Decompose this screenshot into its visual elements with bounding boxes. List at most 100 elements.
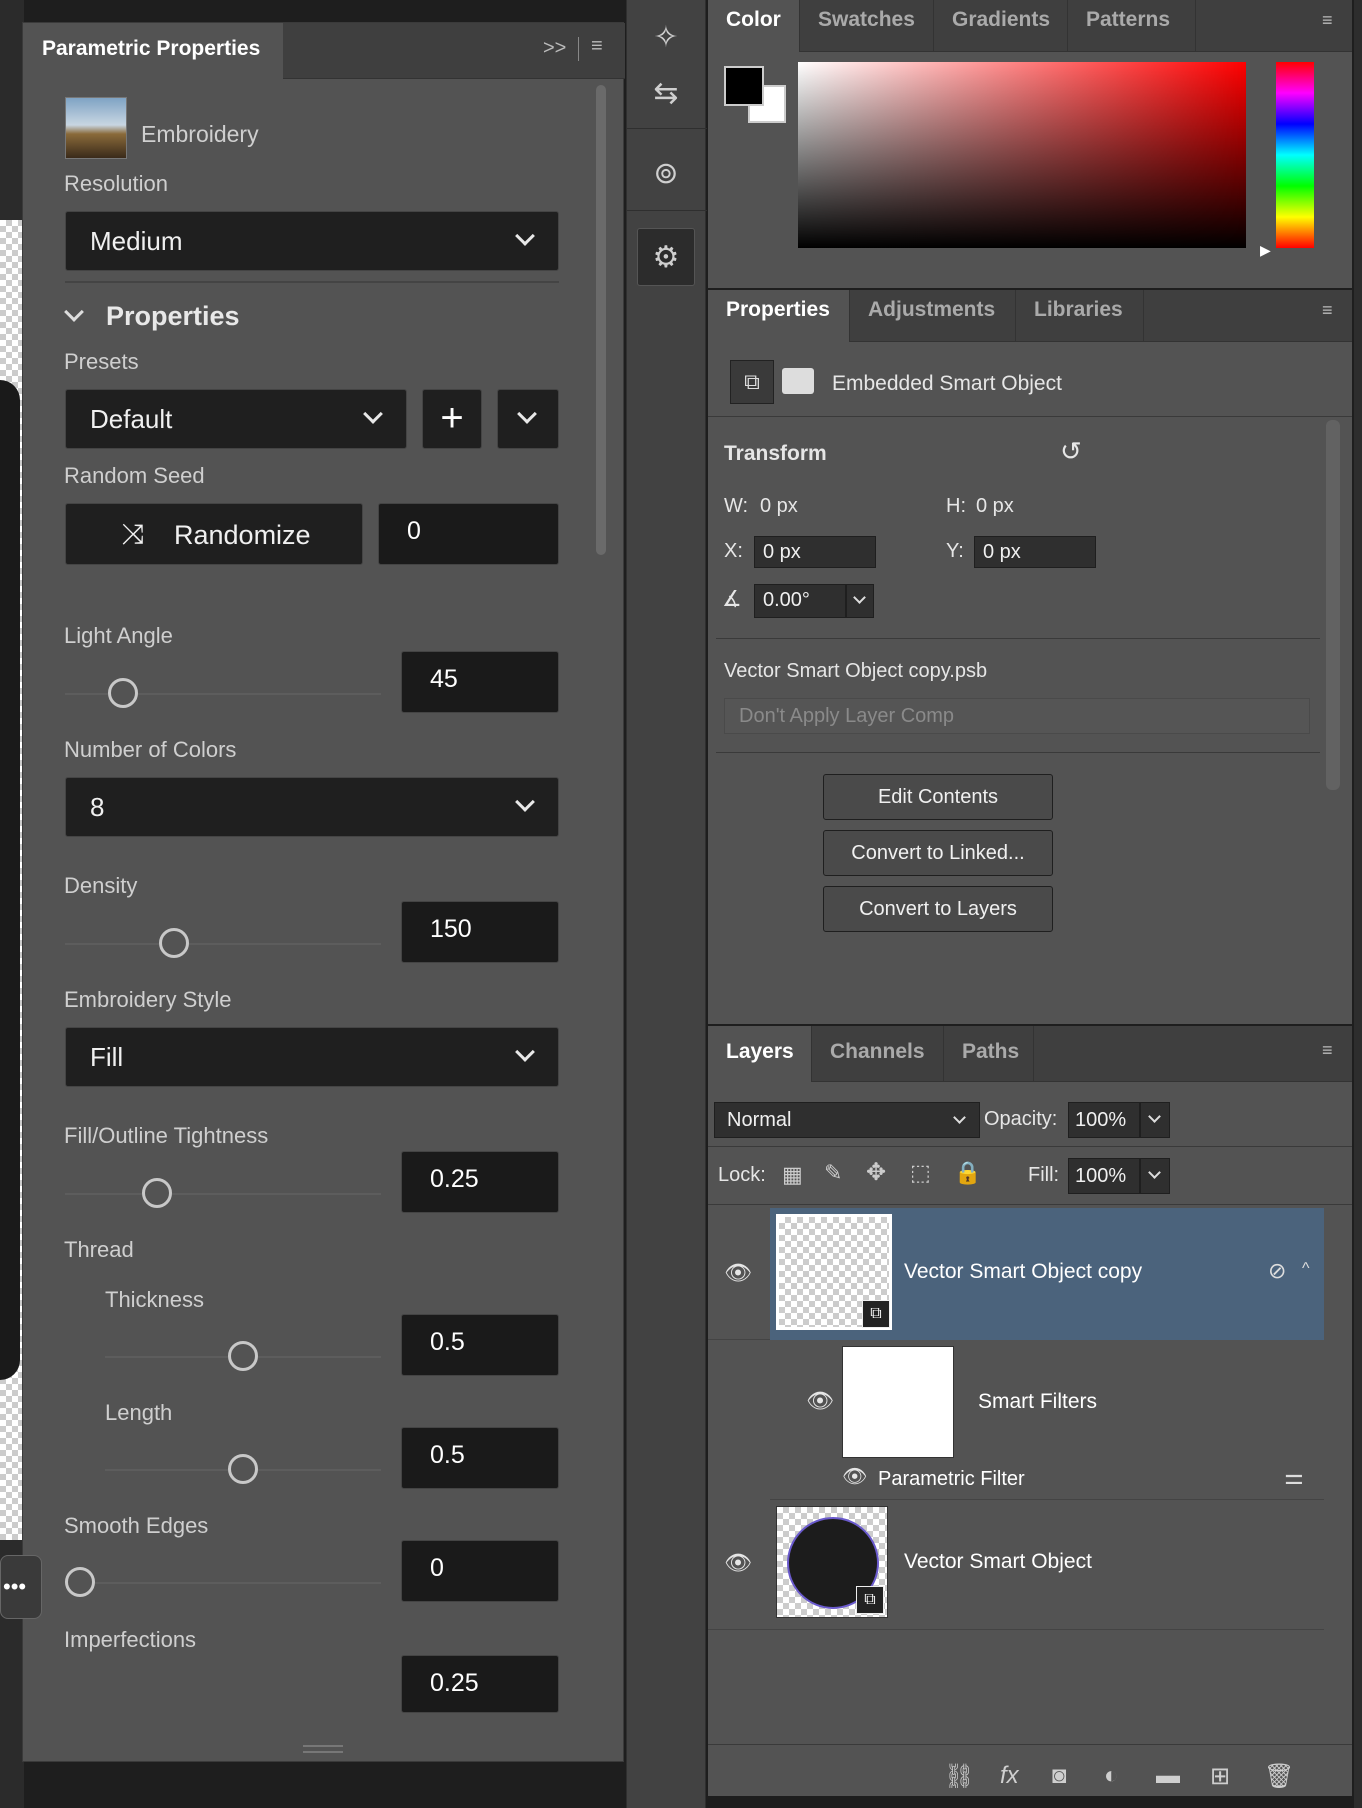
tab-libraries[interactable]: Libraries (1016, 290, 1144, 342)
layer-name[interactable]: Vector Smart Object copy (904, 1260, 1142, 1284)
tab-parametric-properties[interactable]: Parametric Properties (23, 23, 283, 79)
foreground-color-swatch[interactable] (724, 66, 764, 106)
chevron-up-icon[interactable]: ^ (1302, 1260, 1310, 1278)
magic-wand-icon[interactable]: ✧ (637, 8, 695, 66)
panel-menu-icon[interactable]: ≡ (1322, 10, 1342, 31)
seed-input[interactable]: 0 (378, 503, 559, 565)
density-input[interactable]: 150 (401, 901, 559, 963)
tab-swatches[interactable]: Swatches (800, 0, 934, 52)
fx-icon[interactable]: fx (1000, 1762, 1019, 1790)
tightness-input[interactable]: 0.25 (401, 1151, 559, 1213)
lock-artboard-icon[interactable]: ⬚ (910, 1160, 931, 1186)
link-icon[interactable]: ⊘ (1268, 1258, 1286, 1284)
edit-contents-button[interactable]: Edit Contents (823, 774, 1053, 820)
parametric-properties-icon[interactable]: ⚙ (637, 228, 695, 286)
preset-menu-button[interactable] (497, 389, 559, 449)
adjustment-layer-icon[interactable]: ◐ (1104, 1762, 1119, 1790)
panel-menu-icon[interactable]: ≡ (1322, 1040, 1342, 1061)
panel-menu-icon[interactable]: ≡ (591, 35, 603, 58)
tab-properties[interactable]: Properties (708, 290, 850, 342)
lock-paint-icon[interactable]: ✎ (824, 1160, 842, 1186)
color-field[interactable] (798, 62, 1246, 248)
properties-heading[interactable]: Properties (106, 301, 240, 332)
opacity-input[interactable]: 100% (1068, 1102, 1140, 1138)
collapse-icon[interactable]: >> (543, 37, 566, 60)
history-icon[interactable]: ⇆ (637, 64, 695, 122)
smooth-input[interactable]: 0 (401, 1540, 559, 1602)
trash-icon[interactable]: 🗑 (1264, 1762, 1294, 1791)
group-folder-icon[interactable]: ▬ (1156, 1762, 1180, 1790)
mask-icon[interactable] (782, 368, 814, 394)
convert-to-layers-button[interactable]: Convert to Layers (823, 886, 1053, 932)
tab-channels[interactable]: Channels (812, 1026, 944, 1082)
lock-transparent-icon[interactable]: ▦ (782, 1162, 803, 1188)
tightness-slider[interactable] (142, 1178, 173, 1208)
convert-to-linked-button[interactable]: Convert to Linked... (823, 830, 1053, 876)
angle-input[interactable]: 0.00° (754, 584, 846, 618)
hue-pointer-icon[interactable]: ▶ (1260, 242, 1271, 259)
add-preset-button[interactable]: + (422, 389, 482, 449)
more-options-button[interactable]: ••• (0, 1555, 42, 1619)
add-mask-icon[interactable]: ◙ (1052, 1762, 1067, 1790)
eye-icon[interactable]: 👁 (724, 1550, 752, 1576)
new-layer-icon[interactable]: ⊞ (1210, 1762, 1230, 1791)
opacity-label: Opacity: (984, 1108, 1058, 1130)
angle-dropdown[interactable] (846, 584, 874, 618)
fill-dropdown[interactable] (1140, 1158, 1170, 1194)
imperfections-input[interactable]: 0.25 (401, 1655, 559, 1713)
density-slider[interactable] (159, 928, 190, 958)
lock-all-icon[interactable]: 🔒 (954, 1160, 981, 1186)
filter-name[interactable]: Parametric Filter (878, 1468, 1025, 1491)
style-dropdown[interactable]: Fill (65, 1027, 559, 1087)
opacity-dropdown[interactable] (1140, 1102, 1170, 1138)
smooth-track[interactable] (65, 1582, 381, 1584)
tab-layers[interactable]: Layers (708, 1026, 812, 1082)
scrollbar-thumb[interactable] (1326, 420, 1340, 790)
randomize-button[interactable]: ⤨ Randomize (65, 503, 363, 565)
filter-mask-thumbnail[interactable] (842, 1346, 954, 1458)
blend-mode-dropdown[interactable]: Normal (714, 1102, 980, 1138)
lock-position-icon[interactable]: ✥ (866, 1158, 886, 1187)
filter-options-icon[interactable]: ⚌ (1284, 1464, 1304, 1490)
eye-icon[interactable]: 👁 (806, 1388, 834, 1414)
smooth-slider[interactable] (65, 1567, 95, 1597)
tab-gradients[interactable]: Gradients (934, 0, 1068, 52)
thickness-input[interactable]: 0.5 (401, 1314, 559, 1376)
smart-object-icon[interactable]: ⧉ (730, 360, 774, 404)
tab-adjustments[interactable]: Adjustments (850, 290, 1016, 342)
y-input[interactable]: 0 px (974, 536, 1096, 568)
resolution-dropdown[interactable]: Medium (65, 211, 559, 271)
panel-menu-icon[interactable]: ≡ (1322, 300, 1342, 321)
eye-icon[interactable]: 👁 (842, 1464, 867, 1489)
eye-icon[interactable]: 👁 (724, 1260, 752, 1286)
light-angle-input[interactable]: 45 (401, 651, 559, 713)
width-value[interactable]: 0 px (760, 495, 798, 518)
resize-grip[interactable] (303, 1745, 343, 1753)
length-slider[interactable] (228, 1454, 258, 1484)
link-layers-icon[interactable]: ⛓ (944, 1762, 974, 1791)
thickness-slider[interactable] (228, 1341, 258, 1371)
length-input[interactable]: 0.5 (401, 1427, 559, 1489)
smart-filters-row[interactable]: 👁 Smart Filters 👁 Parametric Filter ⚌ (770, 1340, 1324, 1500)
resolution-value: Medium (90, 226, 183, 256)
chevron-down-icon[interactable] (64, 302, 84, 322)
channels-icon[interactable]: ⊚ (637, 144, 695, 202)
height-value[interactable]: 0 px (976, 495, 1014, 518)
layer-row[interactable]: 👁 ⧉ Vector Smart Object (708, 1500, 1324, 1630)
tab-paths[interactable]: Paths (944, 1026, 1034, 1082)
scrollbar-thumb[interactable] (596, 85, 606, 555)
hue-slider[interactable] (1276, 62, 1314, 248)
fill-input[interactable]: 100% (1068, 1158, 1140, 1194)
tab-color[interactable]: Color (708, 0, 800, 52)
layer-row[interactable]: 👁 ⧉ Vector Smart Object copy ⊘ ^ (708, 1208, 1324, 1340)
tightness-track[interactable] (65, 1193, 381, 1195)
reset-icon[interactable]: ↺ (1060, 436, 1082, 467)
presets-dropdown[interactable]: Default (65, 389, 407, 449)
layer-name[interactable]: Vector Smart Object (904, 1550, 1092, 1574)
x-input[interactable]: 0 px (754, 536, 876, 568)
tab-patterns[interactable]: Patterns (1068, 0, 1196, 52)
light-angle-slider[interactable] (107, 678, 138, 708)
density-track[interactable] (65, 943, 381, 945)
colors-dropdown[interactable]: 8 (65, 777, 559, 837)
layer-comp-dropdown[interactable]: Don't Apply Layer Comp (724, 698, 1310, 734)
